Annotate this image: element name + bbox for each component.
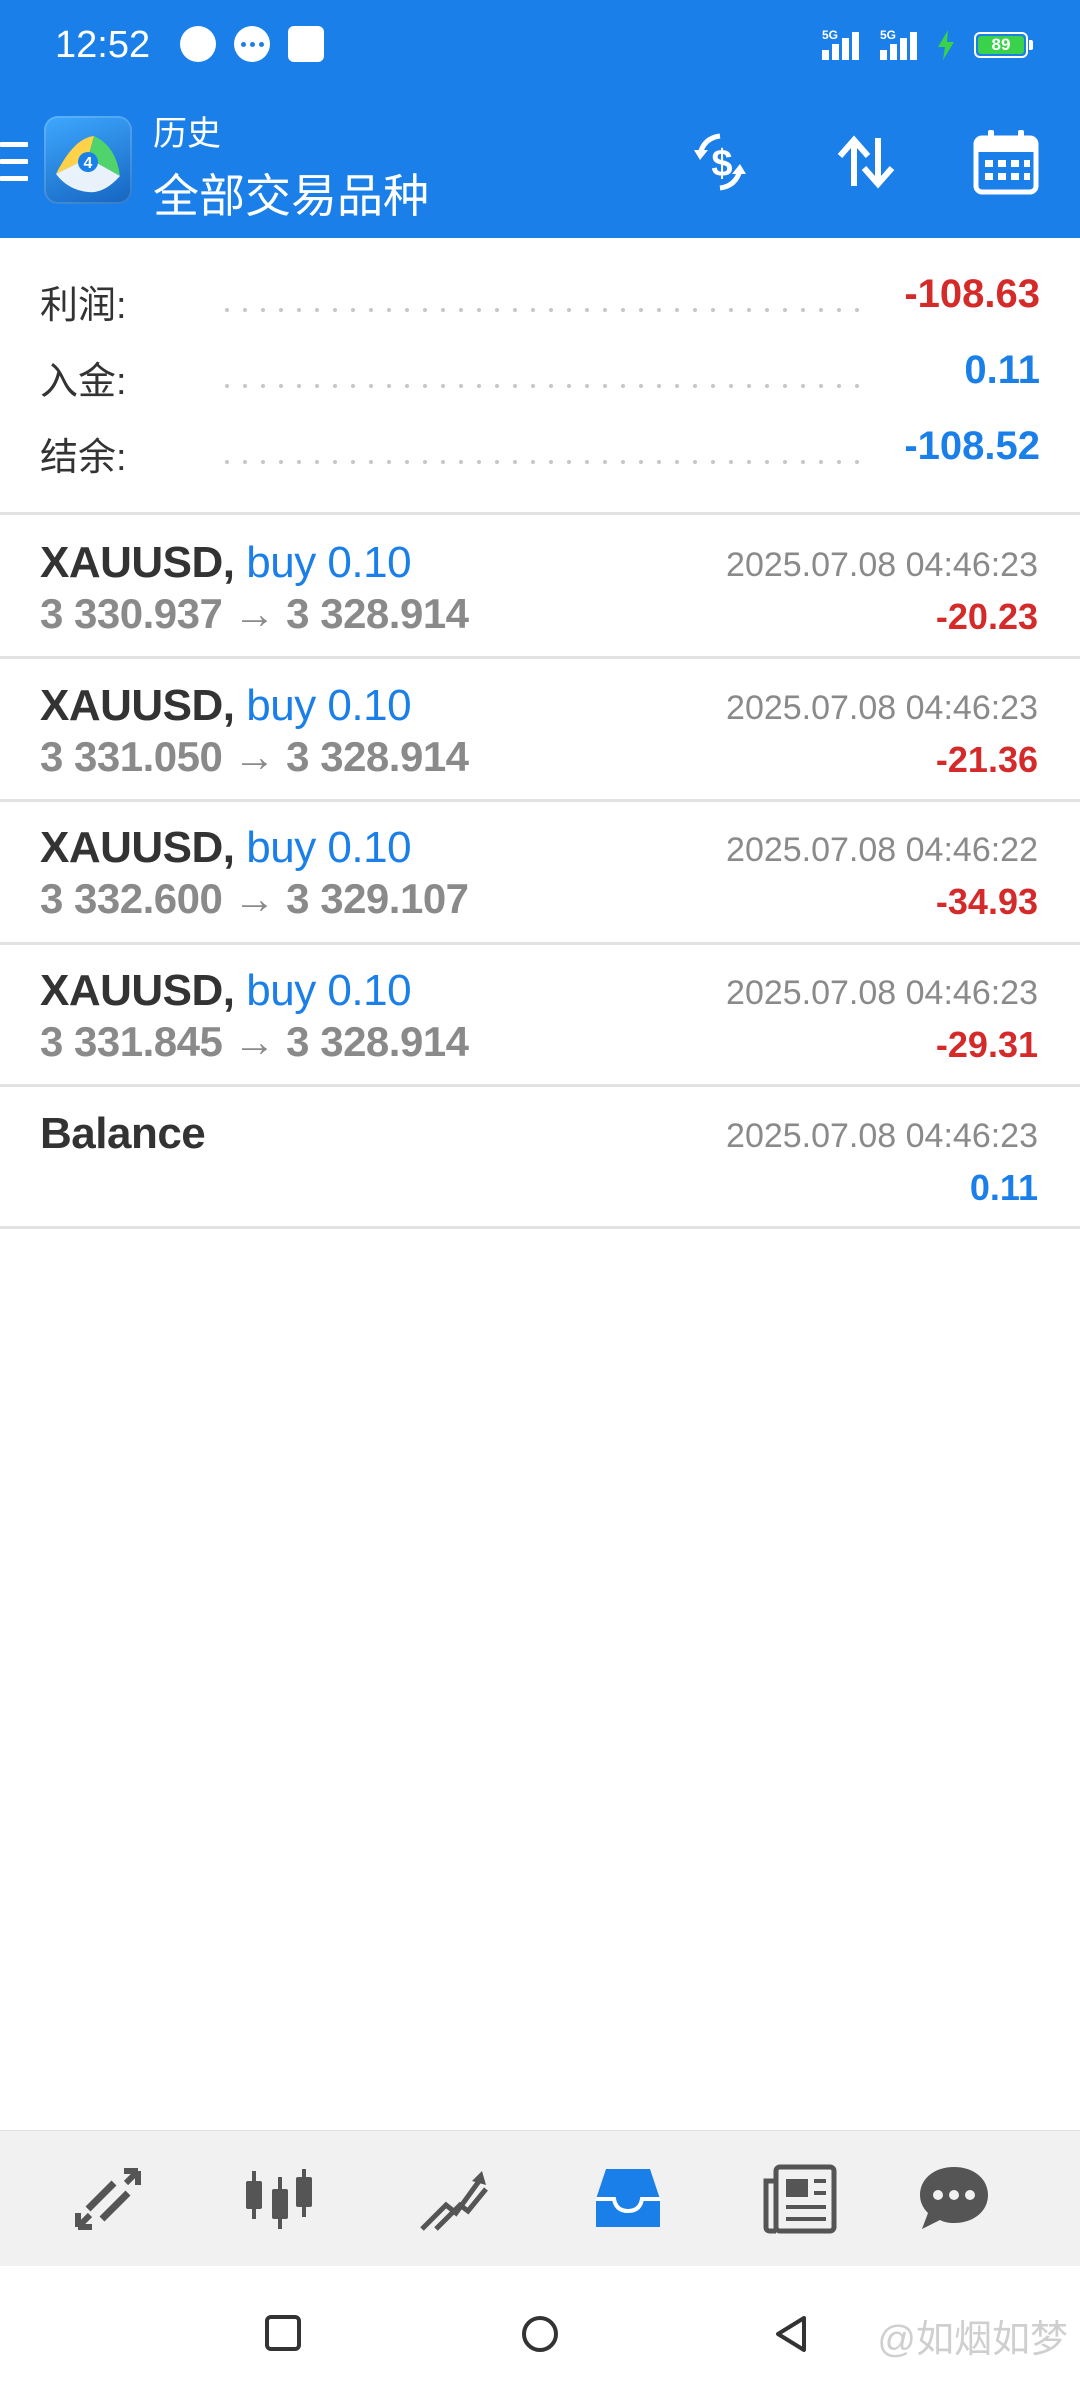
deal-profit: -20.23 xyxy=(935,596,1038,637)
deposit-value: 0.11 xyxy=(964,348,1040,392)
charging-icon xyxy=(938,30,954,60)
deal-side: buy 0.10 xyxy=(246,538,412,587)
deal-side: buy 0.10 xyxy=(246,823,412,872)
battery-icon: 89 xyxy=(974,32,1033,58)
balance-deal-row[interactable]: Balance 2025.07.08 04:46:23 0.11 xyxy=(0,1087,1080,1227)
chat-notification-icon xyxy=(180,26,216,62)
deal-row[interactable]: XAUUSD, buy 0.10 3 332.600 → 3 329.107 2… xyxy=(0,801,1080,941)
leader-dots xyxy=(218,460,865,464)
mail-notification-icon xyxy=(288,26,324,62)
sort-icon[interactable] xyxy=(832,128,900,196)
deal-prices: 3 331.845 → 3 328.914 xyxy=(40,1018,469,1065)
signal-icon-1: 5G xyxy=(822,28,868,60)
deposit-label: 入金: xyxy=(40,361,127,403)
deal-symbol: XAUUSD, xyxy=(40,538,235,587)
signal-icon-2: 5G xyxy=(880,28,926,60)
deal-time: 2025.07.08 04:46:22 xyxy=(726,831,1038,869)
quotes-icon[interactable] xyxy=(70,2163,146,2235)
page-subtitle: 历史 xyxy=(153,115,221,153)
message-notification-icon xyxy=(234,26,270,62)
deal-profit: -21.36 xyxy=(935,739,1038,780)
divider xyxy=(0,512,1080,515)
deal-prices: 3 330.937 → 3 328.914 xyxy=(40,590,469,637)
app-header: 12:52 5G 5G 89 4 历史 全部交易品种 $ xyxy=(0,0,1080,238)
deal-row[interactable]: XAUUSD, buy 0.10 3 330.937 → 3 328.914 2… xyxy=(0,516,1080,656)
bottom-navigation xyxy=(0,2130,1080,2266)
deal-symbol: XAUUSD, xyxy=(40,823,235,872)
status-bar: 12:52 5G 5G 89 xyxy=(0,0,1080,92)
deal-prices: 3 332.600 → 3 329.107 xyxy=(40,875,469,922)
svg-text:4: 4 xyxy=(84,155,93,172)
trade-icon[interactable] xyxy=(416,2163,492,2235)
balance-label: 结余: xyxy=(40,437,127,479)
currency-exchange-icon[interactable]: $ xyxy=(686,128,754,196)
status-time: 12:52 xyxy=(55,24,151,66)
deal-profit: -34.93 xyxy=(935,881,1038,922)
leader-dots xyxy=(218,308,865,312)
deal-symbol: XAUUSD, xyxy=(40,966,235,1015)
chat-icon[interactable] xyxy=(916,2163,992,2235)
deal-side: buy 0.10 xyxy=(246,966,412,1015)
profit-row: 利润: -108.63 xyxy=(0,258,1080,334)
deal-side: buy 0.10 xyxy=(246,681,412,730)
deal-row[interactable]: XAUUSD, buy 0.10 3 331.050 → 3 328.914 2… xyxy=(0,659,1080,799)
leader-dots xyxy=(218,384,865,388)
page-title[interactable]: 全部交易品种 xyxy=(153,160,429,226)
deal-prices: 3 331.050 → 3 328.914 xyxy=(40,733,469,780)
deal-time: 2025.07.08 04:46:23 xyxy=(726,974,1038,1012)
deal-time: 2025.07.08 04:46:23 xyxy=(726,689,1038,727)
menu-icon[interactable] xyxy=(0,142,28,181)
deal-time: 2025.07.08 04:46:23 xyxy=(726,546,1038,584)
news-icon[interactable] xyxy=(762,2163,838,2235)
system-navigation-bar: @如烟如梦 xyxy=(0,2266,1080,2400)
balance-summary-row: 结余: -108.52 xyxy=(0,410,1080,486)
svg-text:$: $ xyxy=(711,143,732,185)
history-icon[interactable] xyxy=(590,2163,666,2235)
chart-icon[interactable] xyxy=(242,2163,318,2235)
recent-apps-button[interactable] xyxy=(264,2314,302,2352)
deal-symbol: XAUUSD, xyxy=(40,681,235,730)
divider xyxy=(0,1226,1080,1229)
calendar-icon[interactable] xyxy=(972,128,1040,196)
deal-time: 2025.07.08 04:46:23 xyxy=(726,1117,1038,1155)
deposit-row: 入金: 0.11 xyxy=(0,334,1080,410)
balance-value: -108.52 xyxy=(904,424,1040,468)
app-logo: 4 xyxy=(44,116,132,204)
balance-deal-label: Balance xyxy=(40,1109,206,1158)
profit-value: -108.63 xyxy=(904,272,1040,316)
back-button[interactable] xyxy=(772,2314,810,2354)
watermark: @如烟如梦 xyxy=(877,2319,1068,2361)
deal-row[interactable]: XAUUSD, buy 0.10 3 331.845 → 3 328.914 2… xyxy=(0,944,1080,1084)
home-button[interactable] xyxy=(520,2314,560,2354)
deal-profit: -29.31 xyxy=(935,1024,1038,1065)
profit-label: 利润: xyxy=(40,285,127,327)
balance-deal-value: 0.11 xyxy=(969,1167,1038,1208)
